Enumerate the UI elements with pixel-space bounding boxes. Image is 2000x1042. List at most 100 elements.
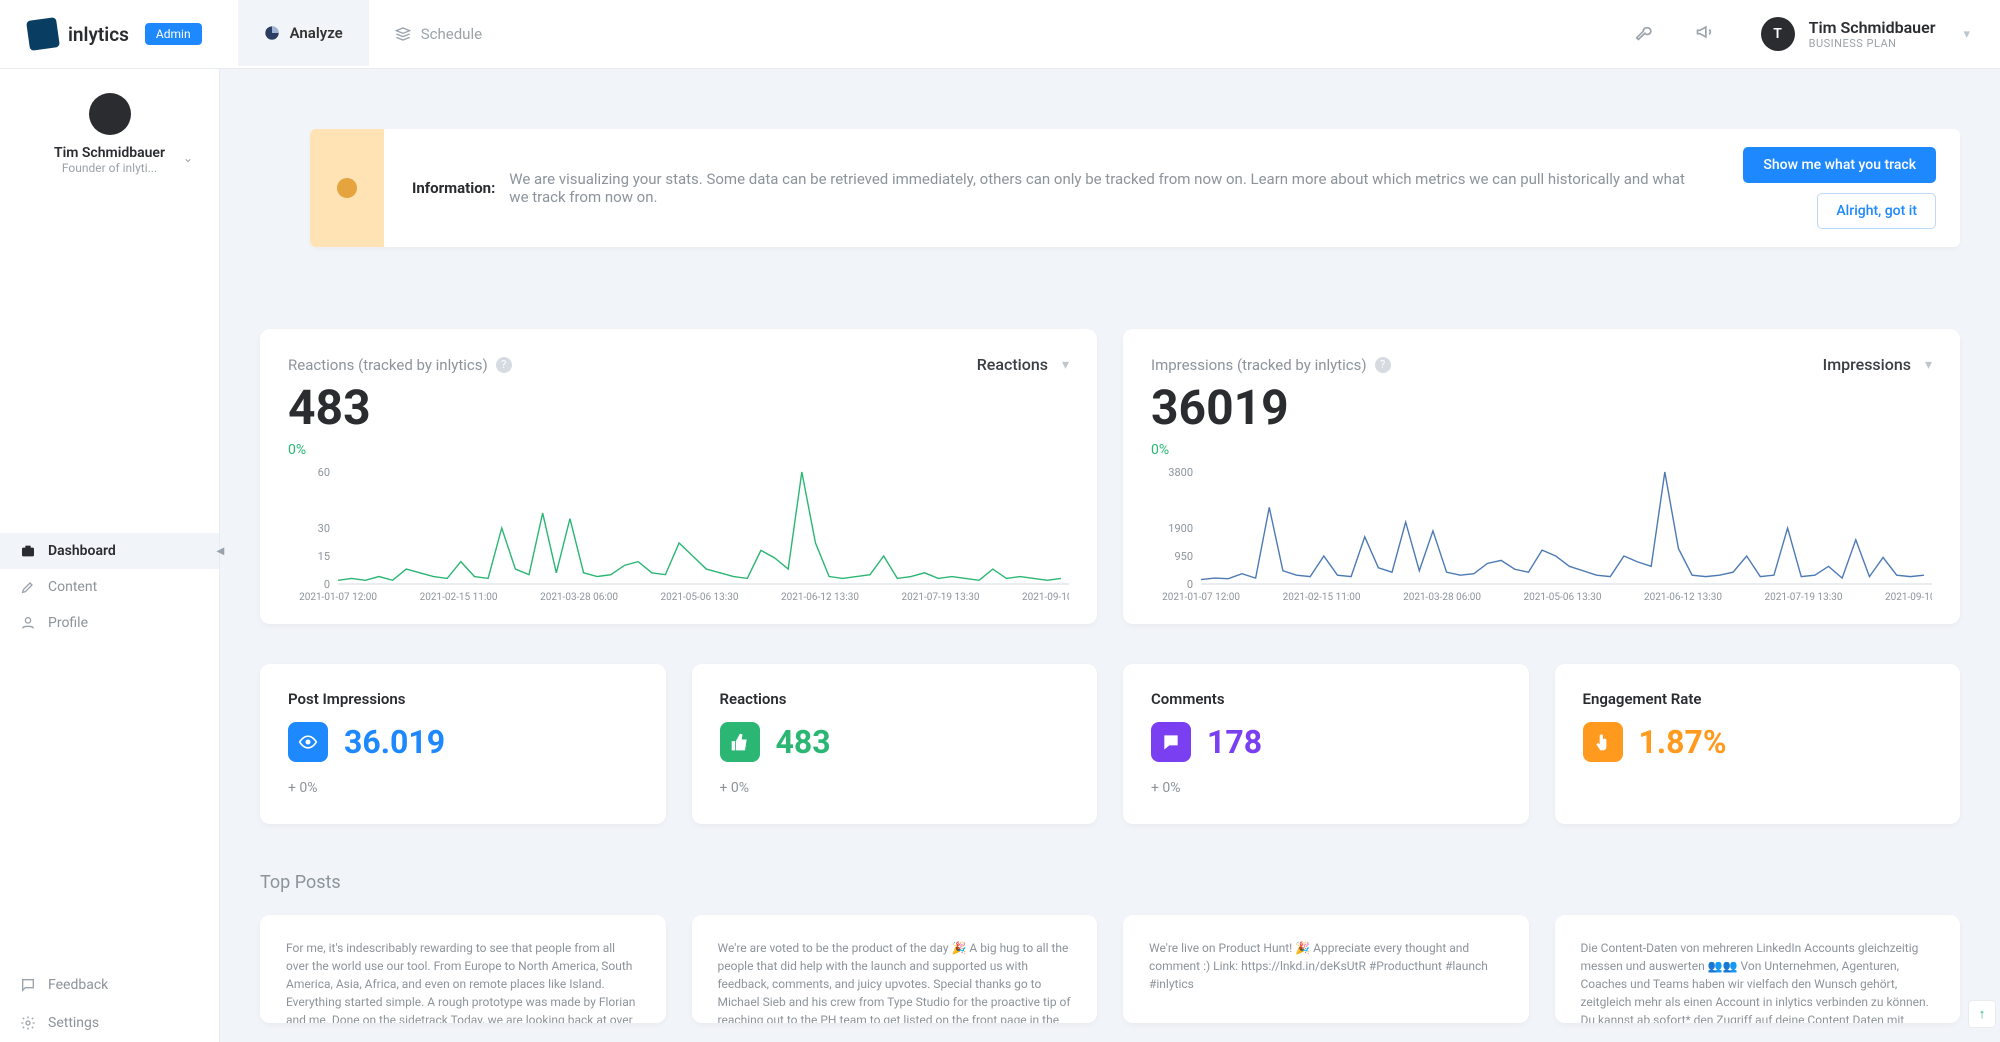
show-tracking-button[interactable]: Show me what you track: [1743, 147, 1936, 183]
dismiss-banner-button[interactable]: Alright, got it: [1817, 193, 1936, 229]
avatar: T: [1761, 17, 1795, 51]
nav-tabs: Analyze Schedule: [238, 0, 508, 68]
profile-avatar: [89, 93, 131, 135]
post-card[interactable]: For me, it's indescribably rewarding to …: [260, 915, 666, 1023]
nav-content[interactable]: Content: [0, 569, 219, 605]
nav-feedback-label: Feedback: [48, 977, 108, 993]
svg-text:15: 15: [318, 550, 330, 563]
brand[interactable]: inlytics: [28, 19, 129, 49]
chevron-down-icon[interactable]: ▾: [1925, 357, 1932, 373]
stat-impressions-label: Post Impressions: [288, 690, 638, 708]
stat-reactions-value: 483: [776, 723, 831, 761]
schedule-icon: [395, 26, 411, 42]
reactions-chart-card: Reactions (tracked by inlytics) ? Reacti…: [260, 329, 1097, 624]
thumbs-up-icon: [720, 722, 760, 762]
impressions-chart-title: Impressions (tracked by inlytics) ?: [1151, 356, 1391, 374]
stat-comments: Comments 178 + 0%: [1123, 664, 1529, 824]
svg-text:950: 950: [1174, 550, 1193, 563]
stat-reactions: Reactions 483 + 0%: [692, 664, 1098, 824]
gear-icon: [20, 1015, 36, 1031]
svg-text:0: 0: [324, 578, 330, 591]
post-card[interactable]: We're live on Product Hunt! 🎉 Appreciate…: [1123, 915, 1529, 1023]
stat-comments-value: 178: [1207, 723, 1262, 761]
svg-text:1900: 1900: [1168, 522, 1193, 535]
info-banner: Information: We are visualizing your sta…: [310, 129, 1960, 247]
megaphone-icon[interactable]: [1695, 22, 1715, 46]
help-icon[interactable]: ?: [496, 357, 512, 373]
chat-icon: [20, 977, 36, 993]
profile-block[interactable]: Tim Schmidbauer Founder of inlyti... ⌄: [0, 69, 219, 193]
tab-analyze-label: Analyze: [290, 24, 343, 42]
key-icon[interactable]: [1635, 22, 1655, 46]
profile-name: Tim Schmidbauer: [20, 145, 199, 161]
chevron-down-icon: ▾: [1963, 27, 1970, 42]
stat-reactions-label: Reactions: [720, 690, 1070, 708]
svg-text:2021-01-07 12:00: 2021-01-07 12:00: [299, 592, 377, 603]
stat-engagement-value: 1.87%: [1639, 723, 1727, 761]
svg-text:2021-03-28 06:00: 2021-03-28 06:00: [1403, 592, 1481, 603]
chevron-down-icon[interactable]: ▾: [1062, 357, 1069, 373]
reactions-total: 483: [288, 384, 1069, 432]
stat-engagement: Engagement Rate 1.87%: [1555, 664, 1961, 824]
svg-text:2021-09-10 00:00: 2021-09-10 00:00: [1022, 592, 1069, 603]
nav-settings-label: Settings: [48, 1015, 99, 1031]
top-posts-row: For me, it's indescribably rewarding to …: [260, 915, 1960, 1023]
dashboard-icon: [20, 543, 36, 559]
stat-engagement-label: Engagement Rate: [1583, 690, 1933, 708]
svg-text:2021-07-19 13:30: 2021-07-19 13:30: [902, 592, 980, 603]
nav-content-label: Content: [48, 579, 97, 595]
post-card[interactable]: Die Content-Daten von mehreren LinkedIn …: [1555, 915, 1961, 1023]
svg-text:2021-07-19 13:30: 2021-07-19 13:30: [1765, 592, 1843, 603]
profile-subtitle: Founder of inlyti...: [20, 161, 199, 175]
tab-analyze[interactable]: Analyze: [238, 0, 369, 68]
nav-feedback[interactable]: Feedback: [0, 966, 219, 1004]
user-name: Tim Schmidbauer: [1809, 18, 1936, 37]
main-content: Information: We are visualizing your sta…: [220, 69, 2000, 1042]
impressions-metric-select[interactable]: Impressions: [1823, 355, 1911, 374]
post-card[interactable]: We're are voted to be the product of the…: [692, 915, 1098, 1023]
chevron-down-icon: ⌄: [183, 151, 193, 165]
svg-text:2021-05-06 13:30: 2021-05-06 13:30: [1524, 592, 1602, 603]
nav-dashboard-label: Dashboard: [48, 543, 116, 559]
reactions-chart-title: Reactions (tracked by inlytics) ?: [288, 356, 512, 374]
nav-settings[interactable]: Settings: [0, 1004, 219, 1042]
nav-list: Dashboard Content Profile: [0, 533, 219, 641]
info-icon: [337, 178, 357, 198]
svg-text:2021-02-15 11:00: 2021-02-15 11:00: [1283, 592, 1361, 603]
banner-label: Information:: [412, 179, 495, 197]
stat-reactions-change: + 0%: [720, 780, 1070, 796]
nav-profile-label: Profile: [48, 615, 88, 631]
topbar-actions: [1635, 22, 1715, 46]
stat-comments-change: + 0%: [1151, 780, 1501, 796]
svg-text:2021-03-28 06:00: 2021-03-28 06:00: [540, 592, 618, 603]
svg-text:30: 30: [318, 522, 330, 535]
stat-impressions: Post Impressions 36.019 + 0%: [260, 664, 666, 824]
reactions-change: 0%: [288, 442, 1069, 458]
analyze-icon: [264, 25, 280, 41]
sidebar: Tim Schmidbauer Founder of inlyti... ⌄ D…: [0, 69, 220, 1042]
reactions-chart: 0153060 2021-01-07 12:002021-02-15 11:00…: [288, 464, 1069, 604]
svg-text:2021-01-07 12:00: 2021-01-07 12:00: [1162, 592, 1240, 603]
impressions-total: 36019: [1151, 384, 1932, 432]
brand-logo-icon: [26, 17, 60, 51]
tab-schedule-label: Schedule: [421, 25, 482, 43]
svg-text:2021-02-15 11:00: 2021-02-15 11:00: [420, 592, 498, 603]
banner-accent: [310, 129, 384, 247]
nav-dashboard[interactable]: Dashboard: [0, 533, 219, 569]
brand-name: inlytics: [68, 23, 129, 46]
admin-badge[interactable]: Admin: [145, 23, 202, 45]
impressions-change: 0%: [1151, 442, 1932, 458]
user-menu[interactable]: T Tim Schmidbauer BUSINESS PLAN ▾: [1761, 17, 1970, 51]
reactions-metric-select[interactable]: Reactions: [977, 355, 1048, 374]
help-icon[interactable]: ?: [1375, 357, 1391, 373]
user-plan: BUSINESS PLAN: [1809, 37, 1936, 50]
stat-impressions-value: 36.019: [344, 723, 445, 761]
svg-text:2021-05-06 13:30: 2021-05-06 13:30: [661, 592, 739, 603]
svg-text:2021-09-10 00:00: 2021-09-10 00:00: [1885, 592, 1932, 603]
impressions-chart-card: Impressions (tracked by inlytics) ? Impr…: [1123, 329, 1960, 624]
scroll-top-button[interactable]: ↑: [1968, 1000, 1996, 1028]
svg-text:2021-06-12 13:30: 2021-06-12 13:30: [1644, 592, 1722, 603]
tab-schedule[interactable]: Schedule: [369, 0, 508, 68]
nav-profile[interactable]: Profile: [0, 605, 219, 641]
eye-icon: [288, 722, 328, 762]
